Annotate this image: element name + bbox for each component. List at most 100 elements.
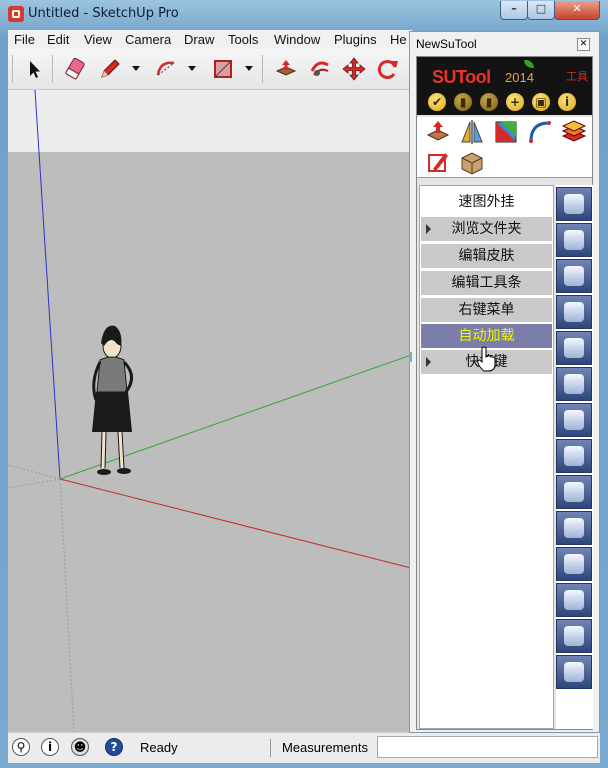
menu-item-label: 编辑皮肤	[458, 248, 515, 264]
curve-stroke-icon[interactable]	[556, 223, 592, 257]
red-axis-negative	[8, 478, 61, 489]
box-tool-icon[interactable]	[459, 149, 485, 175]
submenu-arrow-icon	[426, 224, 431, 234]
menu-item-auto-load[interactable]: 自动加载	[421, 324, 552, 348]
menu-window[interactable]: Window	[274, 32, 320, 47]
arc-tool-icon[interactable]	[154, 57, 178, 81]
menu-item-context-menu[interactable]: 右键菜单	[421, 298, 552, 322]
push-pull-tool-icon[interactable]	[274, 57, 298, 81]
pyramid-shape-icon[interactable]	[556, 259, 592, 293]
rectangle-tool-icon[interactable]	[211, 57, 235, 81]
menu-tools[interactable]: Tools	[228, 32, 258, 47]
menu-camera[interactable]: Camera	[125, 32, 171, 47]
menu-item-browse-folder[interactable]: 浏览文件夹	[421, 217, 552, 241]
blue-axis-negative	[59, 478, 75, 732]
menu-file[interactable]: File	[14, 32, 35, 47]
info-icon[interactable]: i	[558, 93, 576, 111]
menu-plugins[interactable]: Plugins	[334, 32, 377, 47]
cube-shape-icon[interactable]	[556, 331, 592, 365]
brand-logo-text: SUTool	[432, 67, 491, 87]
arc-dropdown-icon[interactable]	[187, 63, 197, 73]
menu-item-edit-toolbar[interactable]: 编辑工具条	[421, 271, 552, 295]
follow-me-tool-icon[interactable]	[308, 57, 332, 81]
pencil-dropdown-icon[interactable]	[131, 63, 141, 73]
select-tool-icon[interactable]	[22, 57, 46, 81]
map-square-icon[interactable]	[493, 119, 519, 145]
measurements-label: Measurements	[282, 740, 368, 755]
menu-edit[interactable]: Edit	[47, 32, 69, 47]
menu-bar: File Edit View Camera Draw Tools Window …	[8, 30, 412, 49]
upload-arrow-icon[interactable]	[425, 119, 451, 145]
plugin-side-toolbar	[556, 185, 593, 729]
sphere-shape-icon[interactable]	[556, 619, 592, 653]
confirm-icon[interactable]: ✔	[428, 93, 446, 111]
toolbar-grip	[12, 55, 13, 83]
menu-item-sutu-plugin[interactable]: 速图外挂	[421, 190, 552, 214]
slash-cut-icon[interactable]	[556, 475, 592, 509]
status-separator	[270, 739, 271, 757]
panel-close-button[interactable]: ✕	[577, 38, 590, 51]
panel-title: NewSuTool	[416, 37, 477, 51]
scissors-icon[interactable]	[556, 547, 592, 581]
toolbar-separator	[262, 55, 263, 83]
eraser-tool-icon[interactable]	[64, 57, 88, 81]
hand-cursor-icon	[477, 346, 496, 372]
layers-icon[interactable]	[561, 119, 587, 145]
sketchup-app-icon	[8, 6, 24, 22]
arc-curve-icon[interactable]	[527, 119, 553, 145]
rectangle-dropdown-icon[interactable]	[244, 63, 254, 73]
leaf-icon	[524, 60, 534, 68]
add-icon[interactable]: +	[506, 93, 524, 111]
plugin-icon-grid	[417, 117, 592, 178]
submenu-arrow-icon	[426, 357, 431, 367]
rounded-loop-icon[interactable]	[556, 187, 592, 221]
move-tool-icon[interactable]	[342, 57, 366, 81]
brand-tool-label: 工具	[566, 70, 588, 83]
trash-icon[interactable]: ▮	[480, 93, 498, 111]
menu-help[interactable]: He	[390, 32, 407, 47]
panel-resize-handle[interactable]	[409, 352, 412, 362]
clipboard-icon[interactable]: ▮	[454, 93, 472, 111]
measurements-input[interactable]	[377, 736, 598, 758]
pen-brush-icon[interactable]	[425, 149, 451, 175]
panel-body: SUTool 2014 工具 ✔ ▮ ▮ + ▣ i 速图外挂 浏览文件夹 编辑…	[416, 56, 593, 730]
arrows-split-icon[interactable]	[556, 583, 592, 617]
rotate-tool-icon[interactable]	[376, 57, 400, 81]
house-shape-icon[interactable]	[556, 367, 592, 401]
drawing-viewport[interactable]	[8, 90, 411, 732]
pencil-tool-icon[interactable]	[98, 57, 122, 81]
menu-item-label: 自动加载	[458, 328, 515, 344]
gem-shape-icon[interactable]	[556, 655, 592, 689]
maximize-button[interactable]: □	[527, 1, 555, 20]
geo-location-icon[interactable]: ⚲	[12, 738, 30, 756]
prism-shape-icon[interactable]	[556, 295, 592, 329]
newsutool-panel: NewSuTool ✕ SUTool 2014 工具 ✔ ▮ ▮ + ▣ i 速…	[409, 31, 600, 733]
menu-item-label: 速图外挂	[458, 194, 515, 210]
main-toolbar	[8, 49, 412, 90]
help-icon[interactable]: ?	[105, 738, 123, 756]
menu-view[interactable]: View	[84, 32, 112, 47]
red-axis	[59, 478, 411, 569]
mirror-triangle-icon[interactable]	[459, 119, 485, 145]
wall-opening-icon[interactable]	[556, 439, 592, 473]
scroll-more-icon[interactable]	[556, 691, 592, 727]
green-axis-negative	[8, 464, 61, 480]
title-bar[interactable]: Untitled - SketchUp Pro – □ ✕	[0, 0, 608, 30]
brand-header: SUTool 2014 工具 ✔ ▮ ▮ + ▣ i	[417, 57, 592, 115]
menu-item-label: 右键菜单	[458, 302, 515, 318]
save-icon[interactable]: ▣	[532, 93, 550, 111]
brand-year: 2014	[505, 70, 534, 85]
gear-shape-icon[interactable]	[556, 511, 592, 545]
close-button[interactable]: ✕	[554, 1, 600, 20]
axes-drawing	[8, 90, 411, 732]
menu-item-label: 浏览文件夹	[451, 221, 522, 237]
stairs-shape-icon[interactable]	[556, 403, 592, 437]
minimize-button[interactable]: –	[500, 1, 528, 20]
menu-draw[interactable]: Draw	[184, 32, 214, 47]
toolbar-separator	[52, 55, 53, 83]
status-text: Ready	[140, 740, 178, 755]
user-account-icon[interactable]: ☻	[71, 738, 89, 756]
credits-info-icon[interactable]: i	[41, 738, 59, 756]
menu-item-edit-skin[interactable]: 编辑皮肤	[421, 244, 552, 268]
status-bar: ⚲ i ☻ ? Ready Measurements	[8, 732, 600, 763]
